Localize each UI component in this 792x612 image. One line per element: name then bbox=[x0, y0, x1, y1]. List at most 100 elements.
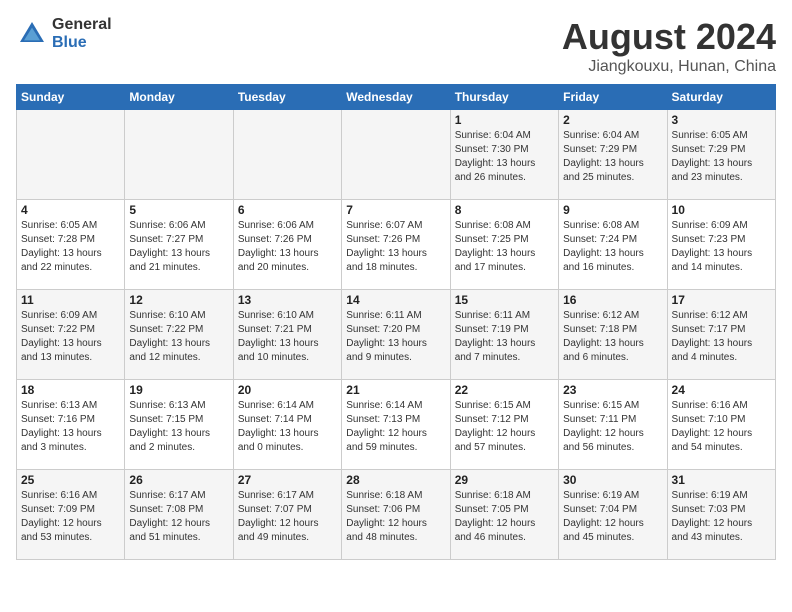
calendar-week-3: 11 Sunrise: 6:09 AM Sunset: 7:22 PM Dayli… bbox=[17, 290, 776, 380]
logo-icon bbox=[16, 18, 48, 50]
day-number: 12 bbox=[129, 293, 228, 307]
calendar-cell: 18 Sunrise: 6:13 AM Sunset: 7:16 PM Dayli… bbox=[17, 380, 125, 470]
calendar-cell: 31Sunrise: 6:19 AM Sunset: 7:03 PM Dayli… bbox=[667, 470, 775, 560]
day-number: 26 bbox=[129, 473, 228, 487]
day-number: 7 bbox=[346, 203, 445, 217]
day-number: 27 bbox=[238, 473, 337, 487]
title-area: August 2024 Jiangkouxu, Hunan, China bbox=[562, 16, 776, 76]
day-number: 29 bbox=[455, 473, 554, 487]
day-number: 18 bbox=[21, 383, 120, 397]
header-wednesday: Wednesday bbox=[342, 85, 450, 110]
logo-blue: Blue bbox=[52, 34, 112, 52]
day-info: Sunrise: 6:08 AM Sunset: 7:24 PM Dayligh… bbox=[563, 219, 662, 275]
day-info: Sunrise: 6:17 AM Sunset: 7:08 PM Dayligh… bbox=[129, 489, 228, 545]
day-info: Sunrise: 6:16 AM Sunset: 7:10 PM Dayligh… bbox=[672, 399, 771, 455]
day-number: 14 bbox=[346, 293, 445, 307]
calendar-cell: 9 Sunrise: 6:08 AM Sunset: 7:24 PM Daylig… bbox=[559, 200, 667, 290]
day-info: Sunrise: 6:08 AM Sunset: 7:25 PM Dayligh… bbox=[455, 219, 554, 275]
day-info: Sunrise: 6:18 AM Sunset: 7:05 PM Dayligh… bbox=[455, 489, 554, 545]
day-number: 5 bbox=[129, 203, 228, 217]
calendar-cell: 5 Sunrise: 6:06 AM Sunset: 7:27 PM Daylig… bbox=[125, 200, 233, 290]
day-info: Sunrise: 6:19 AM Sunset: 7:03 PM Dayligh… bbox=[672, 489, 771, 545]
logo: General Blue bbox=[16, 16, 112, 51]
day-info: Sunrise: 6:18 AM Sunset: 7:06 PM Dayligh… bbox=[346, 489, 445, 545]
day-number: 9 bbox=[563, 203, 662, 217]
day-info: Sunrise: 6:19 AM Sunset: 7:04 PM Dayligh… bbox=[563, 489, 662, 545]
calendar-cell: 20 Sunrise: 6:14 AM Sunset: 7:14 PM Dayli… bbox=[233, 380, 341, 470]
calendar-cell: 7Sunrise: 6:07 AM Sunset: 7:26 PM Daylig… bbox=[342, 200, 450, 290]
day-info: Sunrise: 6:04 AM Sunset: 7:30 PM Dayligh… bbox=[455, 129, 554, 185]
day-number: 8 bbox=[455, 203, 554, 217]
calendar-cell: 25 Sunrise: 6:16 AM Sunset: 7:09 PM Dayli… bbox=[17, 470, 125, 560]
calendar-cell: 22Sunrise: 6:15 AM Sunset: 7:12 PM Dayli… bbox=[450, 380, 558, 470]
calendar-header-row: SundayMondayTuesdayWednesdayThursdayFrid… bbox=[17, 85, 776, 110]
day-number: 21 bbox=[346, 383, 445, 397]
calendar-cell bbox=[125, 110, 233, 200]
day-number: 17 bbox=[672, 293, 771, 307]
day-info: Sunrise: 6:06 AM Sunset: 7:26 PM Dayligh… bbox=[238, 219, 337, 275]
calendar-cell: 24Sunrise: 6:16 AM Sunset: 7:10 PM Dayli… bbox=[667, 380, 775, 470]
day-info: Sunrise: 6:09 AM Sunset: 7:22 PM Dayligh… bbox=[21, 309, 120, 365]
day-number: 13 bbox=[238, 293, 337, 307]
day-info: Sunrise: 6:13 AM Sunset: 7:16 PM Dayligh… bbox=[21, 399, 120, 455]
calendar-cell: 2Sunrise: 6:04 AM Sunset: 7:29 PM Daylig… bbox=[559, 110, 667, 200]
day-number: 28 bbox=[346, 473, 445, 487]
calendar-cell: 16Sunrise: 6:12 AM Sunset: 7:18 PM Dayli… bbox=[559, 290, 667, 380]
calendar-week-5: 25 Sunrise: 6:16 AM Sunset: 7:09 PM Dayli… bbox=[17, 470, 776, 560]
day-number: 20 bbox=[238, 383, 337, 397]
header-thursday: Thursday bbox=[450, 85, 558, 110]
calendar-cell: 14 Sunrise: 6:11 AM Sunset: 7:20 PM Dayli… bbox=[342, 290, 450, 380]
calendar-cell: 13 Sunrise: 6:10 AM Sunset: 7:21 PM Dayli… bbox=[233, 290, 341, 380]
calendar-cell: 28 Sunrise: 6:18 AM Sunset: 7:06 PM Dayli… bbox=[342, 470, 450, 560]
day-info: Sunrise: 6:15 AM Sunset: 7:11 PM Dayligh… bbox=[563, 399, 662, 455]
day-info: Sunrise: 6:14 AM Sunset: 7:14 PM Dayligh… bbox=[238, 399, 337, 455]
day-number: 10 bbox=[672, 203, 771, 217]
calendar-cell: 11 Sunrise: 6:09 AM Sunset: 7:22 PM Dayli… bbox=[17, 290, 125, 380]
day-number: 2 bbox=[563, 113, 662, 127]
day-number: 16 bbox=[563, 293, 662, 307]
day-info: Sunrise: 6:14 AM Sunset: 7:13 PM Dayligh… bbox=[346, 399, 445, 455]
calendar-week-1: 1 Sunrise: 6:04 AM Sunset: 7:30 PM Daylig… bbox=[17, 110, 776, 200]
day-info: Sunrise: 6:16 AM Sunset: 7:09 PM Dayligh… bbox=[21, 489, 120, 545]
day-info: Sunrise: 6:10 AM Sunset: 7:22 PM Dayligh… bbox=[129, 309, 228, 365]
day-number: 22 bbox=[455, 383, 554, 397]
calendar-cell: 21 Sunrise: 6:14 AM Sunset: 7:13 PM Dayli… bbox=[342, 380, 450, 470]
calendar-week-4: 18 Sunrise: 6:13 AM Sunset: 7:16 PM Dayli… bbox=[17, 380, 776, 470]
calendar-cell: 19 Sunrise: 6:13 AM Sunset: 7:15 PM Dayli… bbox=[125, 380, 233, 470]
day-number: 11 bbox=[21, 293, 120, 307]
month-title: August 2024 bbox=[562, 16, 776, 58]
calendar-cell bbox=[17, 110, 125, 200]
calendar-cell: 6 Sunrise: 6:06 AM Sunset: 7:26 PM Daylig… bbox=[233, 200, 341, 290]
calendar-cell: 23 Sunrise: 6:15 AM Sunset: 7:11 PM Dayli… bbox=[559, 380, 667, 470]
day-info: Sunrise: 6:05 AM Sunset: 7:29 PM Dayligh… bbox=[672, 129, 771, 185]
calendar-cell: 17 Sunrise: 6:12 AM Sunset: 7:17 PM Dayli… bbox=[667, 290, 775, 380]
day-info: Sunrise: 6:11 AM Sunset: 7:20 PM Dayligh… bbox=[346, 309, 445, 365]
calendar-cell: 8 Sunrise: 6:08 AM Sunset: 7:25 PM Daylig… bbox=[450, 200, 558, 290]
header-sunday: Sunday bbox=[17, 85, 125, 110]
day-number: 6 bbox=[238, 203, 337, 217]
day-info: Sunrise: 6:12 AM Sunset: 7:17 PM Dayligh… bbox=[672, 309, 771, 365]
calendar-cell: 30 Sunrise: 6:19 AM Sunset: 7:04 PM Dayli… bbox=[559, 470, 667, 560]
calendar-cell bbox=[342, 110, 450, 200]
day-number: 15 bbox=[455, 293, 554, 307]
day-number: 25 bbox=[21, 473, 120, 487]
day-number: 19 bbox=[129, 383, 228, 397]
day-info: Sunrise: 6:06 AM Sunset: 7:27 PM Dayligh… bbox=[129, 219, 228, 275]
day-info: Sunrise: 6:13 AM Sunset: 7:15 PM Dayligh… bbox=[129, 399, 228, 455]
calendar-cell: 15Sunrise: 6:11 AM Sunset: 7:19 PM Dayli… bbox=[450, 290, 558, 380]
calendar-cell: 3Sunrise: 6:05 AM Sunset: 7:29 PM Daylig… bbox=[667, 110, 775, 200]
calendar-cell: 29 Sunrise: 6:18 AM Sunset: 7:05 PM Dayli… bbox=[450, 470, 558, 560]
day-info: Sunrise: 6:10 AM Sunset: 7:21 PM Dayligh… bbox=[238, 309, 337, 365]
header-saturday: Saturday bbox=[667, 85, 775, 110]
day-number: 1 bbox=[455, 113, 554, 127]
day-number: 30 bbox=[563, 473, 662, 487]
calendar-cell bbox=[233, 110, 341, 200]
day-info: Sunrise: 6:05 AM Sunset: 7:28 PM Dayligh… bbox=[21, 219, 120, 275]
header-monday: Monday bbox=[125, 85, 233, 110]
page-header: General Blue August 2024 Jiangkouxu, Hun… bbox=[16, 16, 776, 76]
calendar-cell: 26 Sunrise: 6:17 AM Sunset: 7:08 PM Dayli… bbox=[125, 470, 233, 560]
header-friday: Friday bbox=[559, 85, 667, 110]
calendar-cell: 12 Sunrise: 6:10 AM Sunset: 7:22 PM Dayli… bbox=[125, 290, 233, 380]
calendar-week-2: 4Sunrise: 6:05 AM Sunset: 7:28 PM Daylig… bbox=[17, 200, 776, 290]
day-number: 23 bbox=[563, 383, 662, 397]
